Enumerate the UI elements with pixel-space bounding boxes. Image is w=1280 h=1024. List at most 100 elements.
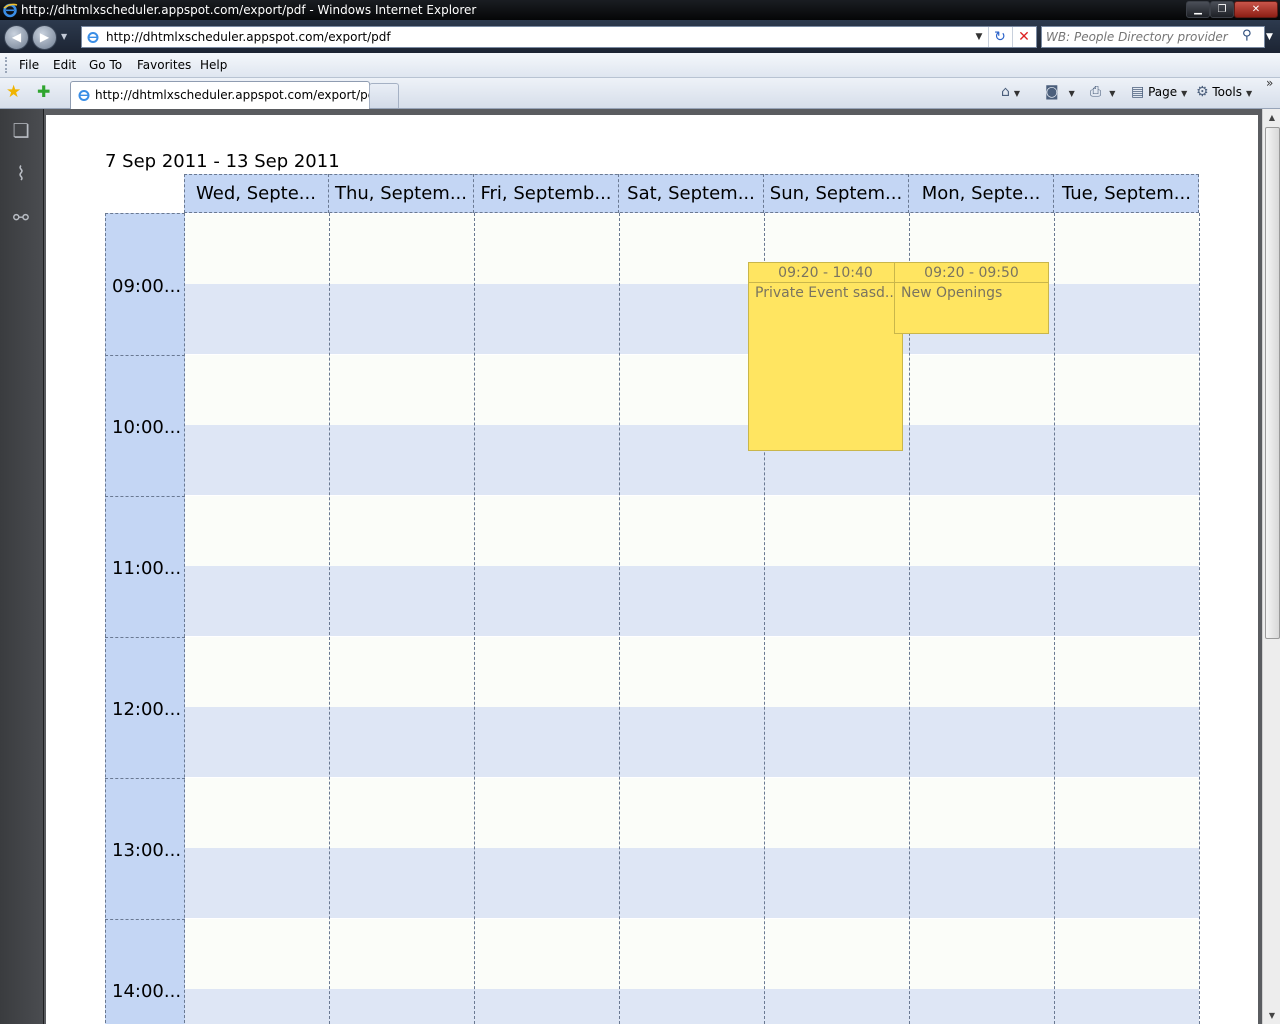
event-time: 09:20 - 10:40 (749, 263, 902, 283)
time-label: 12:00... (112, 699, 182, 720)
toolbar-grip (5, 57, 10, 73)
search-input[interactable] (1044, 28, 1240, 46)
row-band (185, 496, 1199, 566)
forward-button[interactable]: ▶ (32, 25, 57, 50)
time-column (105, 213, 185, 1024)
day-header-tue: Tue, Septem... (1062, 183, 1191, 204)
home-dropdown-icon[interactable]: ▼ (1014, 89, 1020, 98)
event-text: Private Event sasd... (755, 285, 899, 301)
toolbar-chevron-icon[interactable]: » (1266, 76, 1273, 90)
ie-page-icon (87, 32, 99, 43)
feeds-button[interactable]: ◙ ▼ (1045, 78, 1075, 108)
back-arrow-icon: ◀ (11, 30, 22, 44)
day-header-sat: Sat, Septem... (619, 174, 764, 213)
hour-divider (105, 496, 185, 497)
column-divider (1199, 213, 1200, 1024)
search-dropdown-icon[interactable]: ▼ (1266, 32, 1273, 42)
ie-tab-icon (78, 90, 90, 101)
page-icon: ▤ (1131, 84, 1145, 100)
print-button[interactable]: ⎙ ▼ (1090, 78, 1115, 108)
scroll-up-icon[interactable]: ▲ (1263, 109, 1280, 126)
day-header-thu: Thu, Septem... (329, 174, 474, 213)
hour-divider (105, 919, 185, 920)
time-label: 10:00... (112, 417, 182, 438)
address-dropdown-icon[interactable]: ▼ (972, 27, 986, 47)
close-window-button[interactable]: ✕ (1234, 1, 1278, 18)
scroll-thumb[interactable] (1265, 127, 1280, 639)
print-dropdown-icon[interactable]: ▼ (1109, 89, 1115, 98)
row-band (185, 919, 1199, 989)
hour-divider (105, 778, 185, 779)
feeds-dropdown-icon[interactable]: ▼ (1069, 89, 1075, 98)
search-icon[interactable]: ⚲ (1242, 28, 1252, 43)
column-divider (1054, 213, 1055, 1024)
pages-icon[interactable]: ❏ (9, 119, 33, 143)
column-divider (619, 213, 620, 1024)
tab-active[interactable]: http://dhtmlxscheduler.appspot.com/expor… (70, 81, 380, 109)
hour-divider (105, 637, 185, 638)
column-divider (474, 213, 475, 1024)
scroll-down-icon[interactable]: ▼ (1263, 1007, 1280, 1024)
printer-icon: ⎙ (1090, 84, 1102, 100)
address-url[interactable]: http://dhtmlxscheduler.appspot.com/expor… (106, 27, 391, 47)
stop-icon[interactable]: ✕ (1012, 27, 1035, 47)
gear-icon: ⚙ (1196, 84, 1209, 100)
page-menu-label: Page (1148, 85, 1178, 99)
maximize-button[interactable]: ❐ (1210, 1, 1234, 18)
menu-bar: File Edit Go To Favorites Help (0, 53, 1280, 78)
tools-menu-button[interactable]: ⚙ Tools ▼ (1196, 78, 1252, 108)
page-menu-button[interactable]: ▤ Page ▼ (1131, 78, 1187, 108)
search-box[interactable]: ⚲ (1041, 26, 1265, 48)
row-band (185, 355, 1199, 425)
date-range-title: 7 Sep 2011 - 13 Sep 2011 (105, 151, 340, 172)
event-time: 09:20 - 09:50 (895, 263, 1048, 283)
event-text: New Openings (901, 285, 1003, 301)
attachment-paperclip-icon[interactable]: ⌇ (9, 162, 33, 186)
day-header-sun: Sun, Septem... (764, 174, 909, 213)
title-bar: http://dhtmlxscheduler.appspot.com/expor… (0, 0, 1280, 20)
day-header-fri: Fri, Septemb... (474, 174, 619, 213)
home-button[interactable]: ⌂ ▼ (1001, 78, 1020, 108)
pdf-page: 7 Sep 2011 - 13 Sep 2011 Wed, Septe... T… (46, 115, 1258, 1024)
address-bar[interactable]: http://dhtmlxscheduler.appspot.com/expor… (81, 26, 1037, 48)
event-new-openings[interactable]: 09:20 - 09:50 New Openings (894, 262, 1049, 334)
favorites-star-icon[interactable]: ★ (6, 82, 21, 102)
hour-divider (105, 355, 185, 356)
document-area: 7 Sep 2011 - 13 Sep 2011 Wed, Septe... T… (44, 109, 1262, 1024)
tools-menu-label: Tools (1212, 85, 1242, 99)
page-dropdown-icon[interactable]: ▼ (1181, 89, 1187, 98)
menu-file[interactable]: File (19, 53, 39, 77)
column-divider (909, 213, 910, 1024)
binoculars-search-icon[interactable]: ⚯ (9, 206, 33, 230)
vertical-scrollbar[interactable]: ▲ ▼ (1262, 109, 1280, 1024)
time-label: 11:00... (112, 558, 182, 579)
row-band (185, 425, 1199, 495)
event-private[interactable]: 09:20 - 10:40 Private Event sasd... (748, 262, 903, 451)
row-band (185, 566, 1199, 636)
refresh-icon[interactable]: ↻ (988, 27, 1011, 47)
menu-favorites[interactable]: Favorites (137, 53, 191, 77)
address-row: ◀ ▶ ▼ http://dhtmlxscheduler.appspot.com… (0, 20, 1280, 53)
history-dropdown-icon[interactable]: ▼ (61, 32, 67, 41)
minimize-button[interactable]: ▁ (1186, 1, 1210, 18)
row-band (185, 848, 1199, 918)
day-header-wed: Wed, Septe... (184, 174, 329, 213)
menu-help[interactable]: Help (200, 53, 227, 77)
row-band (185, 637, 1199, 707)
row-band (185, 707, 1199, 777)
menu-go-to[interactable]: Go To (89, 53, 122, 77)
home-icon: ⌂ (1001, 84, 1010, 100)
forward-arrow-icon: ▶ (39, 30, 50, 44)
new-tab-button[interactable] (369, 83, 399, 108)
back-button[interactable]: ◀ (4, 25, 29, 50)
row-band (185, 778, 1199, 848)
tools-dropdown-icon[interactable]: ▼ (1246, 89, 1252, 98)
menu-edit[interactable]: Edit (53, 53, 76, 77)
window-title: http://dhtmlxscheduler.appspot.com/expor… (21, 3, 477, 17)
rss-feed-icon: ◙ (1045, 84, 1059, 100)
time-label: 13:00... (112, 840, 182, 861)
tab-row: ★ ✚ http://dhtmlxscheduler.appspot.com/e… (0, 76, 1280, 109)
tab-label: http://dhtmlxscheduler.appspot.com/expor… (95, 88, 380, 102)
add-favorite-icon[interactable]: ✚ (37, 82, 50, 101)
row-band (185, 989, 1199, 1024)
